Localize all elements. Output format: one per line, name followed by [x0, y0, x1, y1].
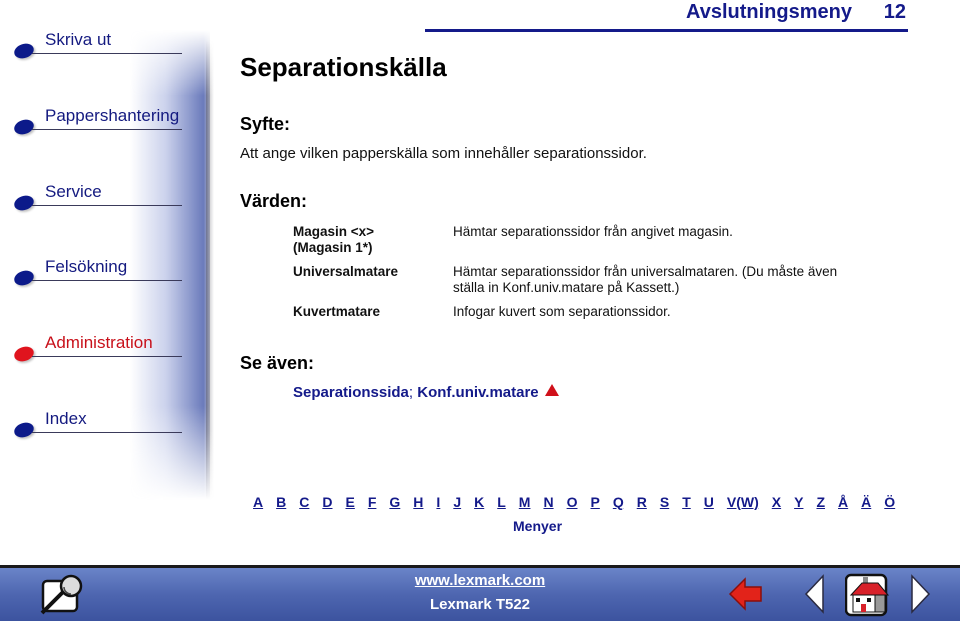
menus-link[interactable]: Menyer: [513, 518, 562, 534]
divider: [32, 53, 182, 54]
bullet-icon: [12, 193, 36, 213]
link-separationssida[interactable]: Separationssida: [293, 384, 409, 401]
index-link-o[interactable]: O: [567, 494, 578, 510]
purpose-text: Att ange vilken papperskälla som innehål…: [240, 145, 647, 162]
bullet-icon: [12, 117, 36, 137]
index-link-t[interactable]: T: [682, 494, 691, 510]
sidebar-item-label: Skriva ut: [45, 30, 112, 49]
sidebar-item-label: Felsökning: [45, 257, 128, 276]
previous-page-icon[interactable]: [803, 574, 825, 614]
link-konf-univ-matare[interactable]: Konf.univ.matare: [417, 384, 538, 401]
index-link-z[interactable]: Z: [816, 494, 825, 510]
index-link-i[interactable]: I: [436, 494, 440, 510]
alphabet-index: A B C D E F G H I J K L M N O P Q R S T U V(W) X Y Z Å Ä Ö: [253, 494, 913, 510]
sidebar-item-service[interactable]: Service: [12, 182, 184, 213]
page-number: 12: [883, 1, 906, 23]
sidebar-item-label: Service: [45, 182, 102, 201]
value-term: Kuvertmatare: [293, 304, 381, 319]
divider: [32, 356, 182, 357]
value-term: Magasin <x>: [293, 224, 375, 239]
sidebar-shadow: [206, 40, 214, 500]
index-link-k[interactable]: K: [474, 494, 484, 510]
divider: [32, 205, 182, 206]
values-table: Magasin <x> (Magasin 1*) Hämtar separati…: [293, 224, 893, 328]
bullet-icon: [12, 268, 36, 288]
index-link-q[interactable]: Q: [613, 494, 624, 510]
sidebar-item-administration[interactable]: Administration: [12, 333, 184, 364]
index-link-j[interactable]: J: [453, 494, 461, 510]
value-description-cont: ställa in Konf.univ.matare på Kassett.): [453, 280, 680, 295]
index-link-r[interactable]: R: [637, 494, 647, 510]
back-arrow-icon[interactable]: [728, 576, 764, 612]
sidebar-item-index[interactable]: Index: [12, 409, 184, 440]
index-link-f[interactable]: F: [368, 494, 377, 510]
index-link-ae[interactable]: Ä: [861, 494, 871, 510]
index-link-y[interactable]: Y: [794, 494, 803, 510]
value-description: Hämtar separationssidor från universalma…: [453, 264, 838, 279]
divider: [32, 129, 182, 130]
index-link-v-w[interactable]: V(W): [727, 494, 759, 510]
index-link-s[interactable]: S: [660, 494, 669, 510]
index-link-oe[interactable]: Ö: [884, 494, 895, 510]
index-link-a[interactable]: A: [253, 494, 263, 510]
index-link-p[interactable]: P: [590, 494, 599, 510]
website-link-text[interactable]: www.lexmark.com: [415, 572, 545, 589]
index-link-c[interactable]: C: [299, 494, 309, 510]
sidebar-item-label: Administration: [45, 333, 153, 352]
index-link-m[interactable]: M: [519, 494, 531, 510]
next-page-icon[interactable]: [910, 574, 932, 614]
value-row: Universalmatare Hämtar separationssidor …: [293, 264, 893, 296]
value-term: Universalmatare: [293, 264, 399, 279]
index-link-g[interactable]: G: [389, 494, 400, 510]
see-also-links: Separationssida; Konf.univ.matare: [293, 384, 559, 401]
index-link-b[interactable]: B: [276, 494, 286, 510]
sidebar-item-label: Pappershantering: [45, 106, 180, 125]
value-description: Hämtar separationssidor från angivet mag…: [453, 224, 733, 239]
index-link-d[interactable]: D: [322, 494, 332, 510]
index-link-e[interactable]: E: [346, 494, 355, 510]
index-link-x[interactable]: X: [772, 494, 781, 510]
sidebar-item-skriva-ut[interactable]: Skriva ut: [12, 30, 184, 61]
value-row: Magasin <x> (Magasin 1*) Hämtar separati…: [293, 224, 893, 256]
up-triangle-icon[interactable]: [544, 384, 559, 396]
value-term-default: (Magasin 1*): [293, 240, 373, 255]
home-icon[interactable]: [845, 573, 891, 617]
header-divider: [425, 29, 908, 32]
values-heading: Värden:: [240, 191, 308, 211]
index-link-n[interactable]: N: [543, 494, 553, 510]
footer-bar: www.lexmark.com Lexmark T522: [0, 565, 960, 621]
index-link-u[interactable]: U: [704, 494, 714, 510]
bullet-icon: [12, 344, 36, 364]
divider: [32, 432, 182, 433]
separator: ;: [408, 384, 418, 401]
bullet-icon: [12, 41, 36, 61]
section-title: Avslutningsmeny: [686, 1, 852, 23]
divider: [32, 280, 182, 281]
purpose-heading: Syfte:: [240, 114, 291, 134]
value-description: Infogar kuvert som separationssidor.: [453, 304, 671, 319]
value-row: Kuvertmatare Infogar kuvert som separati…: [293, 304, 893, 320]
sidebar-item-felsokning[interactable]: Felsökning: [12, 257, 184, 288]
sidebar-item-label: Index: [45, 409, 87, 428]
see-also-heading: Se även:: [240, 353, 315, 373]
index-link-l[interactable]: L: [497, 494, 506, 510]
sidebar-item-pappershantering[interactable]: Pappershantering: [12, 106, 184, 137]
index-link-h[interactable]: H: [413, 494, 423, 510]
bullet-icon: [12, 420, 36, 440]
index-link-aa[interactable]: Å: [838, 494, 848, 510]
page-title: Separationskälla: [240, 52, 447, 82]
